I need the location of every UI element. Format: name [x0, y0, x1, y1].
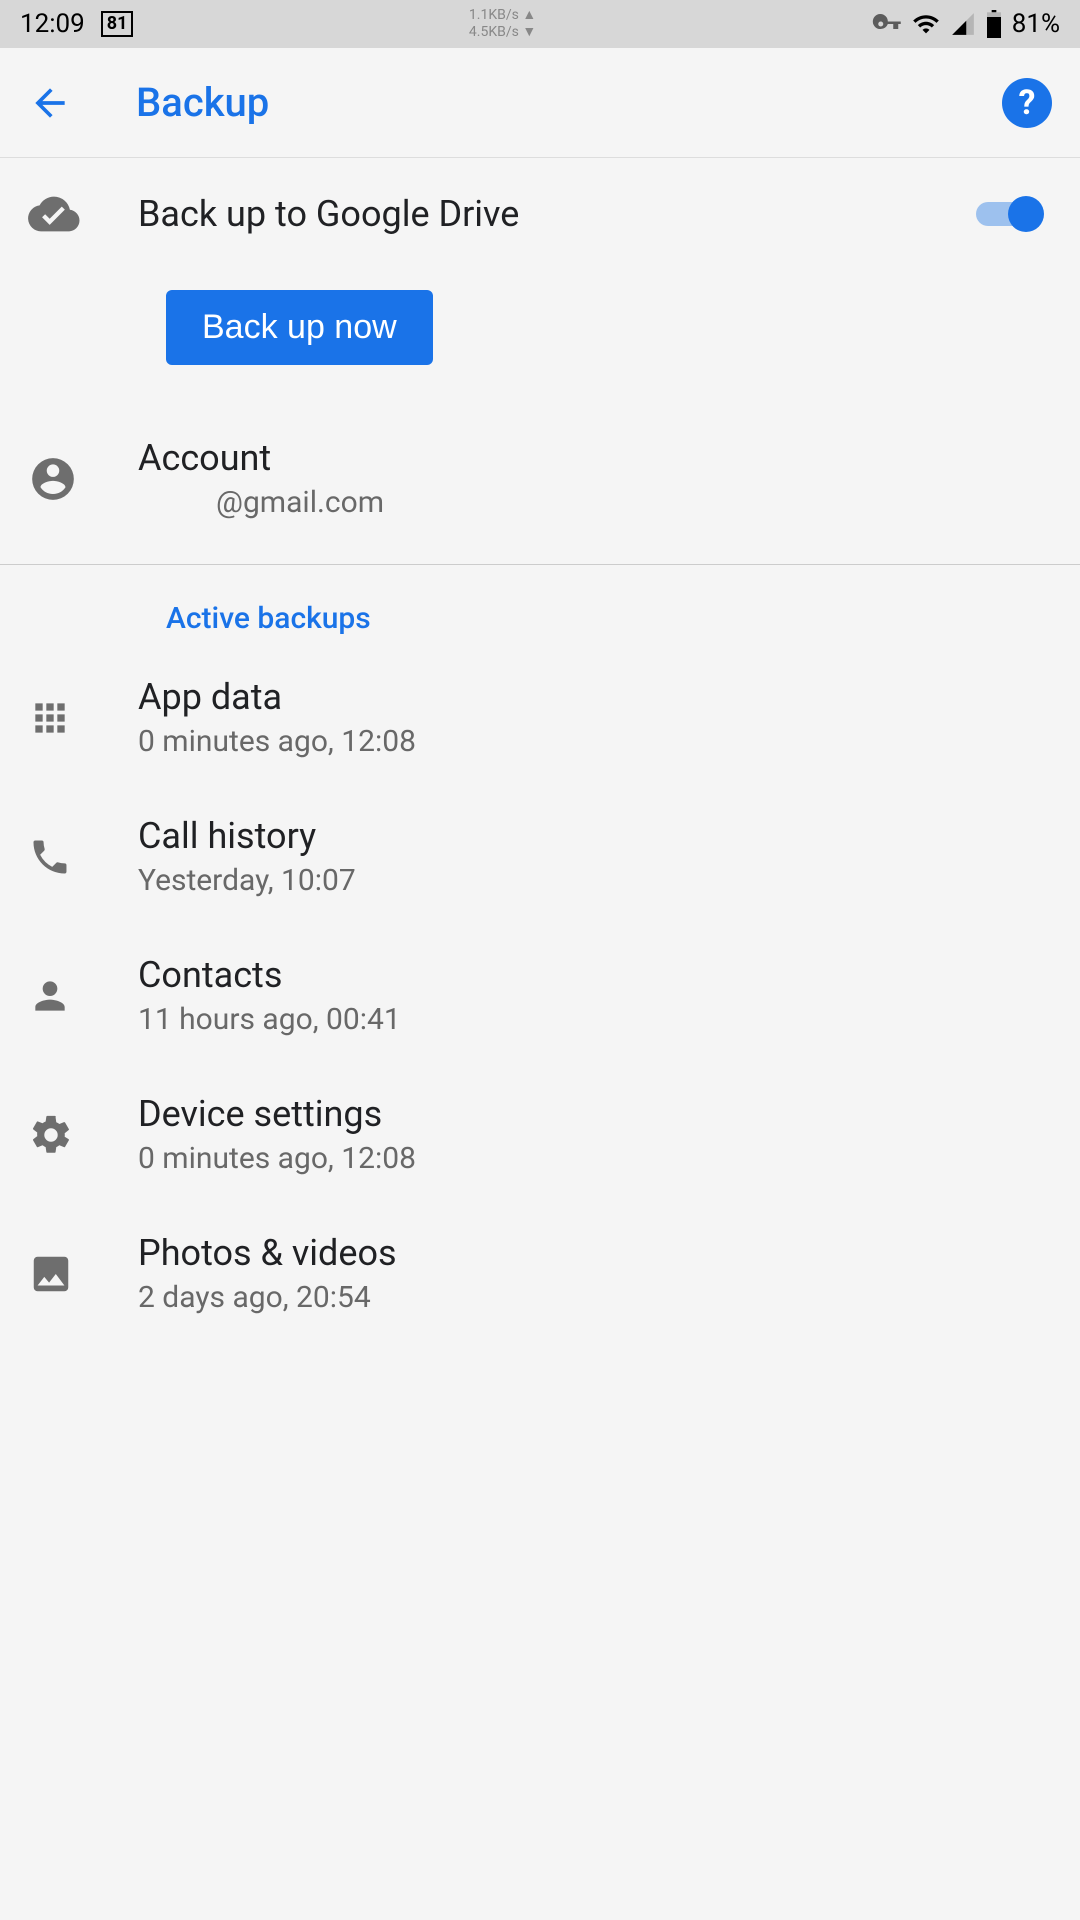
- vpn-key-icon: [872, 9, 902, 39]
- help-icon: ?: [1019, 83, 1036, 123]
- app-bar: Backup ?: [0, 48, 1080, 158]
- status-network-speed: 1.1KB/s ▲ 4.5KB/s ▼: [133, 7, 871, 41]
- backup-item-app-data[interactable]: App data 0 minutes ago, 12:08: [0, 648, 1080, 787]
- signal-icon: [950, 11, 976, 37]
- apps-icon: [28, 696, 138, 740]
- backup-to-drive-label: Back up to Google Drive: [138, 193, 976, 235]
- image-icon: [28, 1251, 138, 1297]
- backup-item-subtitle: 0 minutes ago, 12:08: [138, 1141, 1052, 1176]
- help-button[interactable]: ?: [1002, 78, 1052, 128]
- backup-item-subtitle: 0 minutes ago, 12:08: [138, 724, 1052, 759]
- backup-to-drive-toggle[interactable]: [976, 196, 1044, 232]
- backup-item-title: Call history: [138, 815, 1052, 857]
- gear-icon: [28, 1112, 138, 1158]
- battery-icon: [986, 10, 1002, 38]
- backup-item-contacts[interactable]: Contacts 11 hours ago, 00:41: [0, 926, 1080, 1065]
- status-date-badge: 81: [101, 11, 134, 37]
- backup-item-title: Device settings: [138, 1093, 1052, 1135]
- account-label: Account: [138, 437, 1052, 479]
- backup-item-title: App data: [138, 676, 1052, 718]
- account-circle-icon: [28, 454, 138, 504]
- backup-item-photos-videos[interactable]: Photos & videos 2 days ago, 20:54: [0, 1204, 1080, 1343]
- active-backups-header: Active backups: [0, 565, 1080, 648]
- backup-item-subtitle: Yesterday, 10:07: [138, 863, 1052, 898]
- backup-item-title: Contacts: [138, 954, 1052, 996]
- backup-item-subtitle: 2 days ago, 20:54: [138, 1280, 1052, 1315]
- cloud-done-icon: [28, 188, 138, 240]
- backup-to-drive-row[interactable]: Back up to Google Drive: [0, 158, 1080, 270]
- phone-icon: [28, 835, 138, 879]
- back-button[interactable]: [28, 81, 100, 125]
- status-clock: 12:09: [20, 9, 85, 39]
- backup-item-title: Photos & videos: [138, 1232, 1052, 1274]
- account-email: @gmail.com: [138, 485, 1052, 520]
- person-icon: [28, 974, 138, 1018]
- wifi-icon: [912, 10, 940, 38]
- status-bar: 12:09 81 1.1KB/s ▲ 4.5KB/s ▼ 81%: [0, 0, 1080, 48]
- status-battery-percent: 81%: [1012, 9, 1060, 39]
- account-row[interactable]: Account @gmail.com: [0, 409, 1080, 564]
- backup-now-button[interactable]: Back up now: [166, 290, 433, 365]
- page-title: Backup: [100, 79, 1002, 126]
- backup-item-device-settings[interactable]: Device settings 0 minutes ago, 12:08: [0, 1065, 1080, 1204]
- backup-item-call-history[interactable]: Call history Yesterday, 10:07: [0, 787, 1080, 926]
- backup-item-subtitle: 11 hours ago, 00:41: [138, 1002, 1052, 1037]
